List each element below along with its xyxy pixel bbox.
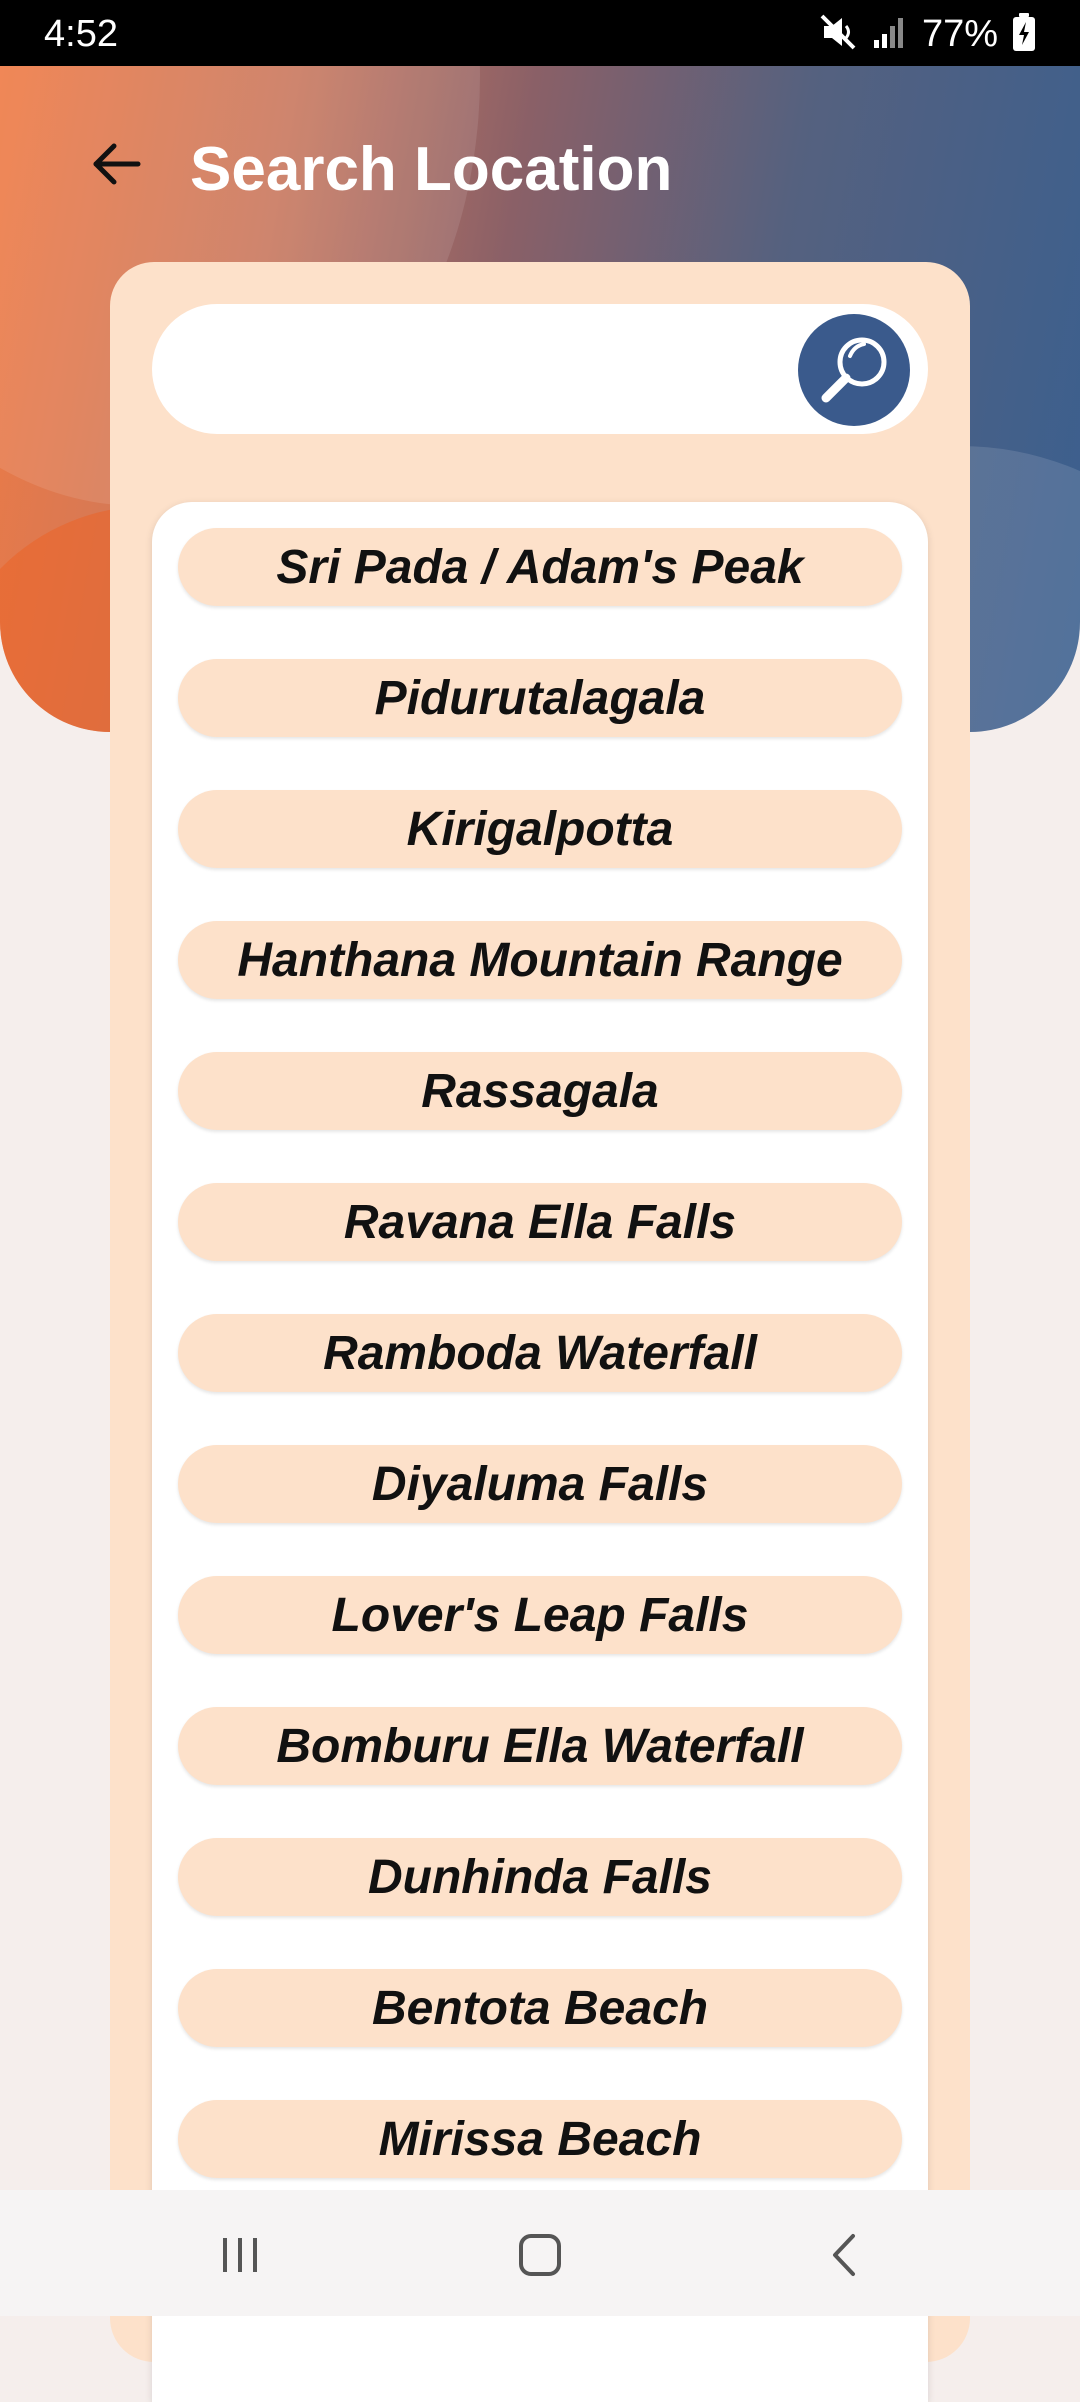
list-item[interactable]: Sri Pada / Adam's Peak — [178, 528, 902, 606]
list-item[interactable]: Bomburu Ella Waterfall — [178, 1707, 902, 1785]
status-bar: 4:52 77% — [0, 0, 1080, 66]
list-item-label: Ramboda Waterfall — [323, 1326, 757, 1380]
status-icons: 77% — [818, 12, 1036, 56]
list-item-label: Dunhinda Falls — [367, 1850, 712, 1904]
list-item-label: Rassagala — [421, 1064, 659, 1118]
list-item[interactable]: Ravana Ella Falls — [178, 1183, 902, 1261]
list-item[interactable]: Bentota Beach — [178, 1969, 902, 2047]
results-list: Sri Pada / Adam's Peak Pidurutalagala Ki… — [152, 502, 928, 2402]
system-back-button[interactable] — [806, 2220, 886, 2290]
recent-apps-icon — [223, 2238, 257, 2272]
list-item-label: Hanthana Mountain Range — [237, 933, 843, 987]
arrow-left-icon — [93, 143, 141, 185]
back-button[interactable] — [80, 128, 152, 200]
list-item[interactable]: Ramboda Waterfall — [178, 1314, 902, 1392]
list-item[interactable]: Diyaluma Falls — [178, 1445, 902, 1523]
page-title: Search Location — [190, 135, 673, 204]
list-item-label: Pidurutalagala — [374, 671, 706, 725]
list-item[interactable]: Kirigalpotta — [178, 790, 902, 868]
status-time: 4:52 — [44, 13, 118, 55]
list-item-label: Bomburu Ella Waterfall — [276, 1719, 804, 1773]
list-item[interactable]: Dunhinda Falls — [178, 1838, 902, 1916]
search-bar — [152, 304, 928, 434]
search-input[interactable] — [192, 324, 786, 416]
navigation-bar — [0, 2190, 1080, 2316]
search-button[interactable] — [798, 314, 910, 426]
home-icon — [519, 2234, 561, 2276]
signal-icon — [872, 14, 908, 55]
list-item[interactable]: Rassagala — [178, 1052, 902, 1130]
search-card: Sri Pada / Adam's Peak Pidurutalagala Ki… — [110, 262, 970, 2402]
list-item-label: Bentota Beach — [371, 1981, 709, 2035]
list-item[interactable]: Lover's Leap Falls — [178, 1576, 902, 1654]
list-item[interactable]: Mirissa Beach — [178, 2100, 902, 2178]
magnifier-icon — [821, 337, 887, 403]
list-item-label: Ravana Ella Falls — [343, 1195, 737, 1249]
home-button[interactable] — [500, 2220, 580, 2290]
battery-percentage: 77% — [921, 13, 998, 55]
list-item-label: Kirigalpotta — [406, 802, 674, 856]
recent-apps-button[interactable] — [200, 2220, 280, 2290]
battery-icon — [1012, 12, 1036, 57]
back-icon — [833, 2234, 855, 2276]
list-item-label: Diyaluma Falls — [371, 1457, 709, 1511]
mute-icon — [818, 12, 858, 57]
list-item-label: Sri Pada / Adam's Peak — [276, 540, 804, 594]
list-item[interactable]: Pidurutalagala — [178, 659, 902, 737]
list-item[interactable]: Hanthana Mountain Range — [178, 921, 902, 999]
list-item-label: Lover's Leap Falls — [331, 1588, 749, 1642]
list-item-label: Mirissa Beach — [378, 2112, 702, 2166]
